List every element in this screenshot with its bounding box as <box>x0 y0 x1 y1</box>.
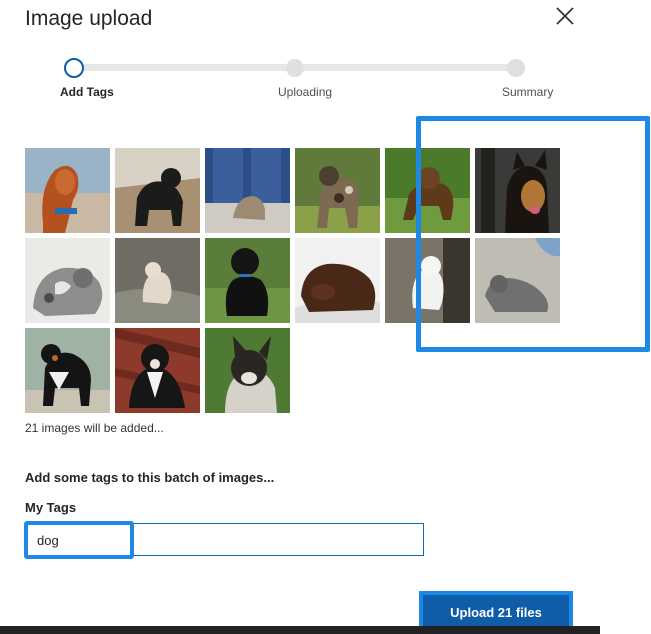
image-count-text: 21 images will be added... <box>25 421 164 435</box>
image-thumbnail[interactable] <box>205 148 290 233</box>
image-thumbnail[interactable] <box>115 328 200 413</box>
step-dot-uploading <box>286 59 304 77</box>
my-tags-label: My Tags <box>25 500 77 515</box>
image-thumbnail[interactable] <box>25 328 110 413</box>
tag-chip-dog[interactable]: dog <box>24 521 134 559</box>
image-thumbnail[interactable] <box>115 148 200 233</box>
bottom-strip <box>0 626 600 634</box>
image-thumbnail[interactable] <box>205 328 290 413</box>
image-thumbnail[interactable] <box>205 238 290 323</box>
step-dot-add-tags <box>64 58 84 78</box>
close-icon <box>556 7 574 25</box>
image-thumbnail[interactable] <box>295 148 380 233</box>
progress-stepper: Add Tags Uploading Summary <box>0 54 651 104</box>
image-thumbnail[interactable] <box>115 238 200 323</box>
image-thumbnail[interactable] <box>25 148 110 233</box>
image-thumbnail[interactable] <box>25 238 110 323</box>
image-thumbnail[interactable] <box>295 238 380 323</box>
step-label-uploading: Uploading <box>278 85 333 99</box>
step-dot-summary <box>507 59 525 77</box>
tag-chip-label: dog <box>37 533 59 548</box>
step-label-summary: Summary <box>502 85 554 99</box>
highlight-box <box>416 116 650 352</box>
close-button[interactable] <box>553 4 577 28</box>
step-label-add-tags: Add Tags <box>60 85 114 99</box>
tags-heading: Add some tags to this batch of images... <box>25 470 275 485</box>
dialog-title: Image upload <box>25 7 153 30</box>
